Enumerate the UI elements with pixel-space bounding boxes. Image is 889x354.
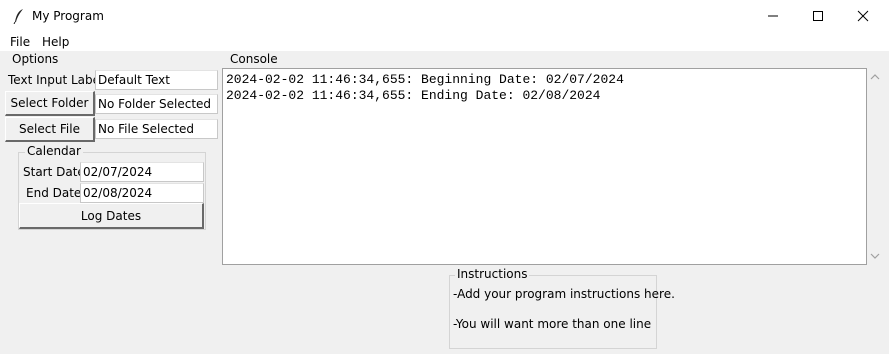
select-file-button[interactable]: Select File — [5, 117, 95, 142]
log-dates-button[interactable]: Log Dates — [19, 203, 204, 229]
instruction-line: -Add your program instructions here. — [453, 287, 675, 301]
menu-file[interactable]: File — [10, 35, 30, 49]
menu-bar — [0, 32, 889, 51]
console-output[interactable]: 2024-02-02 11:46:34,655: Beginning Date:… — [222, 68, 867, 265]
start-date-field[interactable]: 02/07/2024 — [80, 162, 204, 182]
end-date-label: End Date: — [26, 186, 86, 200]
text-input-field[interactable]: Default Text — [95, 70, 218, 90]
console-scrollbar[interactable] — [867, 68, 883, 265]
text-input-label: Text Input Label — [8, 73, 104, 87]
feather-icon — [13, 9, 23, 24]
maximize-button[interactable] — [795, 0, 841, 32]
file-field[interactable]: No File Selected — [95, 119, 218, 139]
options-group-label: Options — [10, 52, 61, 66]
scroll-down-icon[interactable] — [867, 249, 883, 263]
menu-help[interactable]: Help — [42, 35, 69, 49]
scroll-up-icon[interactable] — [867, 70, 883, 84]
maximize-icon — [813, 11, 823, 21]
close-icon — [857, 10, 869, 22]
end-date-field[interactable]: 02/08/2024 — [80, 183, 204, 203]
window-title: My Program — [32, 9, 104, 23]
calendar-group-label: Calendar — [25, 144, 83, 158]
select-folder-button[interactable]: Select Folder — [5, 91, 95, 116]
close-button[interactable] — [840, 0, 886, 32]
start-date-label: Start Date: — [23, 165, 89, 179]
console-line: 2024-02-02 11:46:34,655: Ending Date: 02… — [226, 88, 601, 103]
folder-field[interactable]: No Folder Selected — [95, 94, 218, 114]
minimize-button[interactable] — [750, 0, 796, 32]
console-group-label: Console — [228, 52, 280, 66]
console-line: 2024-02-02 11:46:34,655: Beginning Date:… — [226, 72, 624, 87]
minimize-icon — [768, 15, 778, 17]
instruction-line: -You will want more than one line — [453, 317, 652, 331]
instructions-group-label: Instructions — [455, 267, 530, 281]
